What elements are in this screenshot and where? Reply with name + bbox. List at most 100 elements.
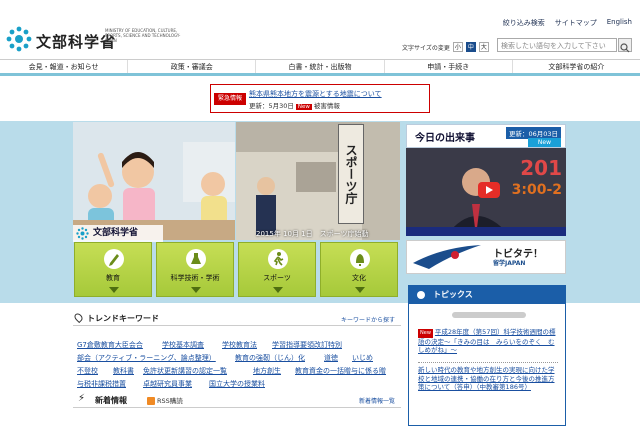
play-button-icon[interactable]	[478, 182, 500, 198]
keyword-link[interactable]: G7倉敷教育大臣会合	[77, 340, 143, 350]
emergency-link[interactable]: 熊本県熊本地方を震源とする地震について	[249, 89, 382, 99]
chevron-down-icon	[191, 287, 201, 293]
top-links: 絞り込み検索 サイトマップ English	[503, 18, 632, 28]
keyword-link[interactable]: 道徳	[324, 353, 338, 363]
search-input[interactable]: 検索したい語句を入力して下さい	[497, 38, 617, 52]
mext-logo-icon	[6, 26, 32, 52]
search-icon	[620, 43, 630, 53]
nav-publications[interactable]: 白書・統計・出版物	[256, 60, 385, 73]
runner-icon	[268, 249, 288, 269]
tile-education[interactable]: 教育	[74, 242, 152, 297]
news-header: ⚡ 新着情報 RSS購読 新着情報一覧	[73, 392, 401, 408]
topic-text: 平成28年度（第57回）科学技術週間の標語の決定～「きみの目は みらいをのぞく …	[418, 328, 556, 354]
keyword-link[interactable]: 部会（アクティブ・ラーニング、論点整理）	[77, 353, 216, 363]
pencil-icon	[104, 249, 124, 269]
keyword-link[interactable]: 学校基本調査	[162, 340, 204, 350]
todays-event-header[interactable]: 今日の出来事 更新：06月03日 New	[406, 124, 566, 148]
tobitate-subtitle: 留学JAPAN	[493, 260, 526, 267]
keyword-link[interactable]: 教科書	[113, 366, 134, 376]
font-size-label: 文字サイズの変更	[402, 44, 450, 52]
divider	[418, 362, 558, 363]
keyword-link[interactable]: 国立大学の授業料	[209, 379, 265, 389]
kids-photo[interactable]	[73, 122, 235, 240]
news-list-link[interactable]: 新着情報一覧	[359, 396, 395, 405]
search-button[interactable]	[618, 38, 632, 53]
tobitate-banner[interactable]: トビタテ！ 留学JAPAN	[406, 240, 566, 274]
kids-illustration	[73, 122, 235, 240]
global-nav: 会見・報道・お知らせ 政策・審議会 白書・統計・出版物 申請・手続き 文部科学省…	[0, 59, 640, 76]
keyword-link[interactable]: 教育の強靭（じん）化	[235, 353, 305, 363]
english-link[interactable]: English	[607, 18, 632, 28]
new-badge: New	[418, 329, 433, 338]
topics-scroll-indicator[interactable]	[452, 312, 526, 318]
topics-title: トピックス	[433, 290, 473, 299]
mext-badge: 文部科学省	[73, 225, 163, 242]
map-pin-icon	[72, 311, 85, 324]
video-caption-bar	[406, 227, 566, 236]
video-number: 201	[520, 156, 562, 180]
sports-agency-sign: スポーツ庁	[338, 124, 364, 224]
site-logo[interactable]: 文部科学省 MINISTRY OF EDUCATION, CULTURE, SP…	[6, 26, 180, 58]
todays-event-title: 今日の出来事	[415, 133, 475, 144]
lightning-icon: ⚡	[78, 393, 86, 404]
nav-press[interactable]: 会見・報道・お知らせ	[0, 60, 129, 73]
site-title: 文部科学省	[36, 33, 117, 51]
tile-label: 科学技術・学術	[170, 274, 220, 282]
page: 文部科学省 MINISTRY OF EDUCATION, CULTURE, SP…	[0, 0, 640, 426]
keyword-link[interactable]: 不登校	[77, 366, 98, 376]
news-title: 新着情報	[95, 396, 127, 405]
rss-link[interactable]: RSS購読	[147, 395, 183, 405]
keyword-link[interactable]: 地方創生	[253, 366, 281, 376]
emergency-box: 緊急情報 熊本県熊本地方を震源とする地震について 更新：5月30日 New 被害情報	[210, 84, 430, 113]
trend-keywords-header: トレンドキーワード キーワードから探す	[72, 311, 401, 326]
tile-science[interactable]: 科学技術・学術	[156, 242, 234, 297]
chevron-down-icon	[273, 287, 283, 293]
nav-about[interactable]: 文部科学省の紹介	[513, 60, 640, 73]
rss-label: RSS購読	[157, 397, 183, 405]
chevron-down-icon	[355, 287, 365, 293]
chevron-down-icon	[109, 287, 119, 293]
sports-agency-photo[interactable]	[236, 122, 400, 240]
new-badge: New	[527, 138, 561, 147]
plane-logo-icon	[413, 245, 481, 269]
sports-agency-illustration	[236, 122, 400, 240]
tile-label: 教育	[106, 274, 120, 282]
keyword-link[interactable]: 学習指導要領改訂特別	[272, 340, 342, 350]
mext-small-logo-icon	[76, 227, 89, 240]
nav-policy[interactable]: 政策・審議会	[128, 60, 257, 73]
topics-icon	[417, 291, 425, 299]
topics-panel: トピックス New 平成28年度（第57回）科学技術週間の標語の決定～「きみの目は…	[408, 285, 566, 426]
new-badge: New	[295, 104, 312, 110]
keyword-link[interactable]: 免許状更新講習の認定一覧	[143, 366, 227, 376]
font-size-large-button[interactable]: 大	[478, 42, 489, 52]
flask-icon	[186, 249, 206, 269]
keyword-link[interactable]: いじめ	[352, 353, 373, 363]
nav-applications[interactable]: 申請・手続き	[385, 60, 513, 73]
topic-item[interactable]: New 平成28年度（第57回）科学技術週間の標語の決定～「きみの目は みらいをの…	[418, 328, 558, 355]
font-size-switcher: 文字サイズの変更 小 中 大	[402, 42, 489, 52]
refined-search-link[interactable]: 絞り込み検索	[503, 18, 545, 28]
site-title-en: MINISTRY OF EDUCATION, CULTURE, SPORTS, …	[105, 28, 181, 43]
tile-culture[interactable]: 文化	[320, 242, 398, 297]
topic-item[interactable]: 新しい時代の教育や地方創生の実現に向けた学校と地域の連携・協働の在り方と今後の推…	[418, 366, 558, 392]
keyword-link[interactable]: 与税非課税措置	[77, 379, 126, 389]
trend-keywords-title: トレンドキーワード	[87, 314, 159, 323]
keyword-link[interactable]: 学校教育法	[222, 340, 257, 350]
sitemap-link[interactable]: サイトマップ	[555, 18, 597, 28]
emergency-update-text: 被害情報	[313, 102, 340, 110]
tile-sports[interactable]: スポーツ	[238, 242, 316, 297]
todays-event-video[interactable]: 201 3:00-2	[406, 148, 566, 236]
mext-badge-text: 文部科学省	[93, 228, 139, 238]
keyword-link[interactable]: 卓越研究員事業	[143, 379, 192, 389]
hero-caption: 2015年 10月 1日 スポーツ庁始動	[256, 230, 369, 238]
font-size-medium-button[interactable]: 中	[465, 42, 476, 52]
emergency-update-date: 更新：5月30日	[249, 102, 294, 110]
keyword-link[interactable]: 教育資金の一括贈与に係る贈	[295, 366, 386, 376]
keyword-search-link[interactable]: キーワードから探す	[341, 315, 395, 324]
topic-text: 新しい時代の教育や地方創生の実現に向けた学校と地域の連携・協働の在り方と今後の推…	[418, 366, 555, 391]
bell-icon	[350, 249, 370, 269]
tile-label: 文化	[352, 274, 366, 282]
rss-icon	[147, 397, 155, 405]
topics-header: トピックス	[409, 286, 565, 304]
font-size-small-button[interactable]: 小	[452, 42, 463, 52]
